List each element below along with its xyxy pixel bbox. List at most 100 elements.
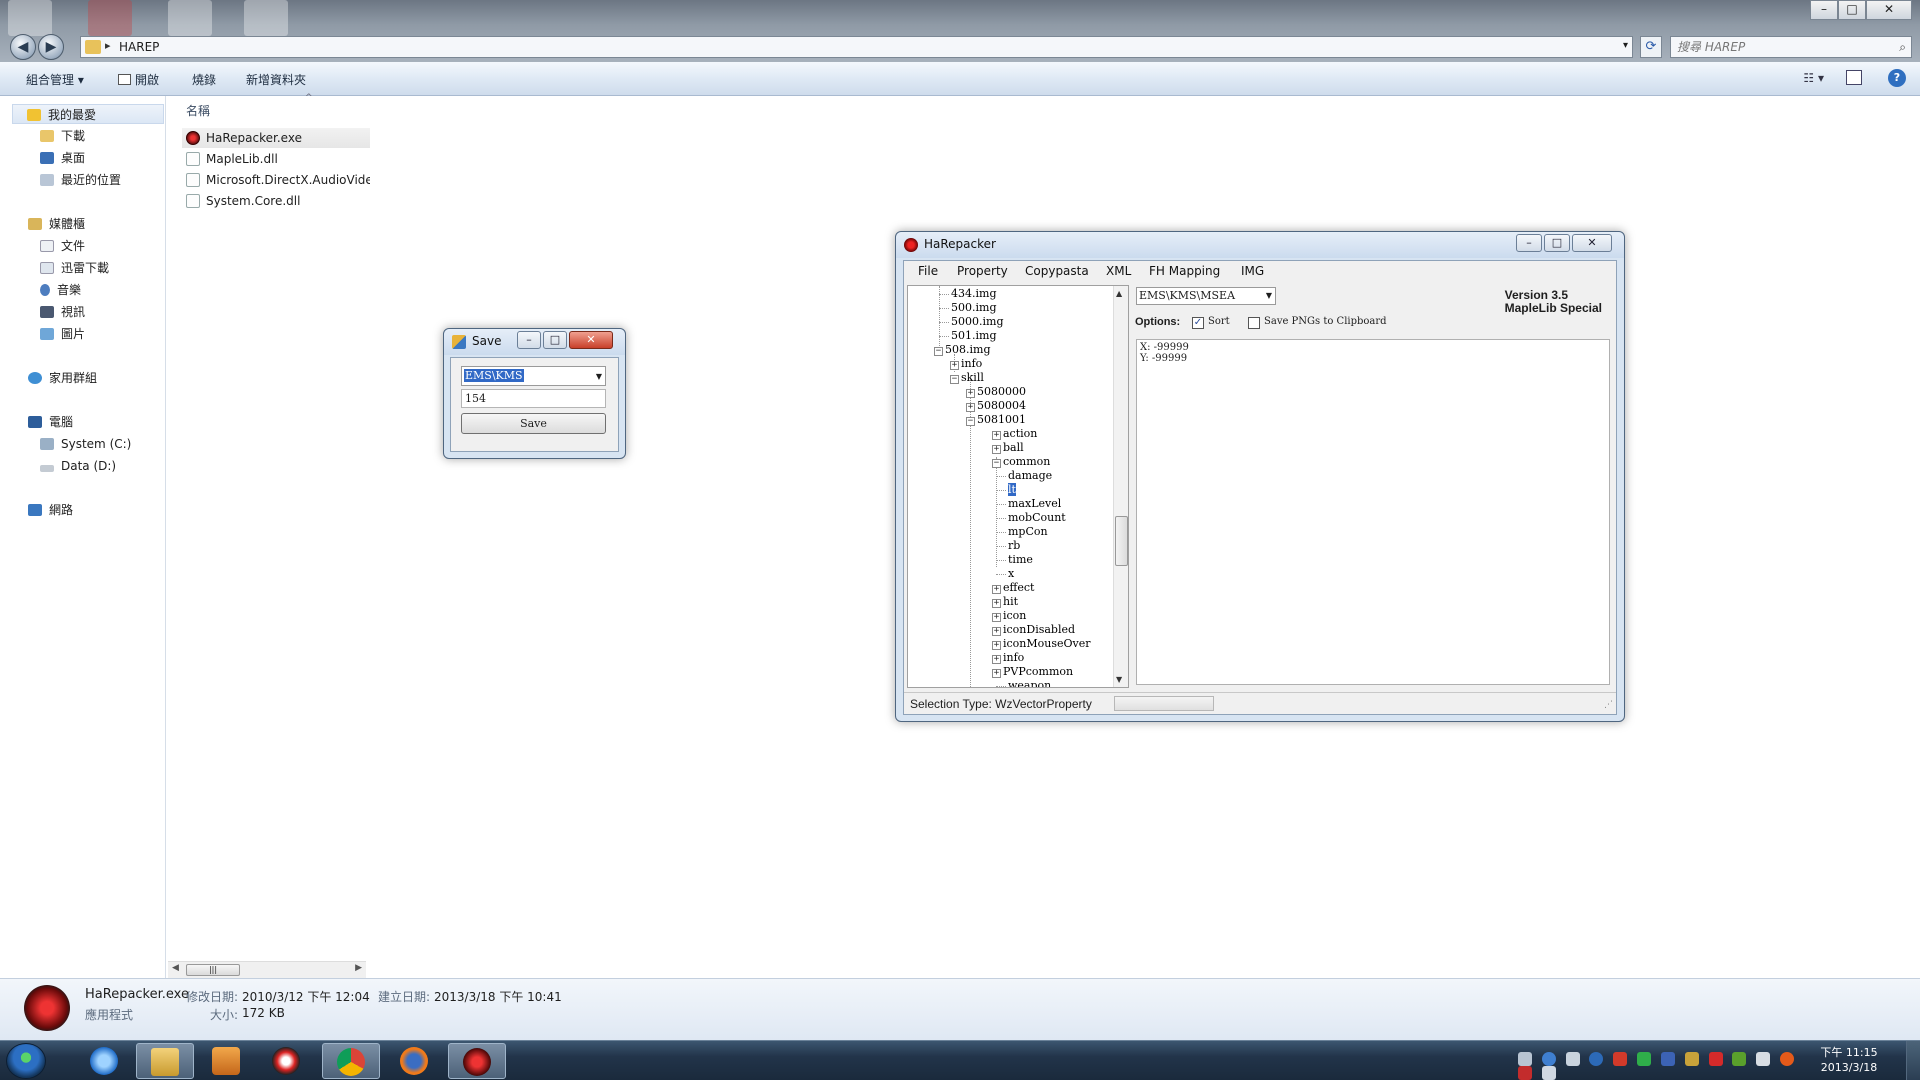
scroll-thumb[interactable]: |||	[186, 964, 240, 976]
maximize-button[interactable]: □	[1544, 234, 1570, 252]
tray-v-icon[interactable]	[1660, 1051, 1675, 1066]
tray-flag-icon[interactable]	[1708, 1051, 1723, 1066]
menu-xml[interactable]: XML	[1106, 264, 1131, 278]
tree-node[interactable]: +5080000	[966, 385, 1026, 399]
tree-node-expanded[interactable]: − common	[992, 455, 1050, 469]
tree-leaf[interactable]: mpCon	[996, 525, 1048, 539]
tree-node[interactable]: + icon	[992, 609, 1026, 623]
nav-item-music[interactable]: 音樂	[40, 280, 81, 300]
tray-line-icon[interactable]	[1637, 1051, 1652, 1066]
nav-libraries[interactable]: 媒體櫃	[28, 214, 85, 234]
refresh-button[interactable]: ⟳	[1640, 36, 1662, 58]
chevron-down-icon[interactable]: ▾	[1623, 40, 1628, 51]
menu-fh-mapping[interactable]: FH Mapping	[1149, 264, 1220, 278]
nav-item-downloads[interactable]: 下載	[40, 126, 85, 146]
tree-node[interactable]: + PVPcommon	[992, 665, 1073, 679]
forward-button[interactable]: ▶	[38, 34, 64, 60]
scroll-down-icon[interactable]: ▼	[1116, 675, 1122, 684]
tree-node[interactable]: + iconDisabled	[992, 623, 1075, 637]
nav-favorites[interactable]: 我的最愛	[12, 104, 164, 124]
tree-leaf[interactable]: mobCount	[996, 511, 1066, 525]
nav-item-drive-c[interactable]: System (C:)	[40, 434, 131, 454]
tray-app-icon[interactable]	[1684, 1051, 1699, 1066]
tree-node-img[interactable]: 434.img	[939, 287, 996, 301]
close-button[interactable]: ✕	[1572, 234, 1612, 252]
tree-node[interactable]: + action	[992, 427, 1037, 441]
minimize-button[interactable]: –	[1810, 0, 1838, 20]
search-icon[interactable]: ⌕	[1899, 37, 1906, 57]
tray-volume-icon[interactable]	[1756, 1051, 1771, 1066]
nav-item-documents[interactable]: 文件	[40, 236, 85, 256]
tree-leaf[interactable]: time	[996, 553, 1033, 567]
search-input[interactable]: 搜尋 HAREP ⌕	[1670, 36, 1912, 58]
taskbar-harepacker[interactable]	[448, 1043, 506, 1079]
tree-leaf-selected[interactable]: lt	[996, 483, 1016, 497]
organize-button[interactable]: 組合管理 ▾	[26, 71, 84, 88]
tree-leaf[interactable]: rb	[996, 539, 1020, 553]
file-row-maplelib[interactable]: MapleLib.dll	[182, 149, 370, 169]
taskbar-explorer[interactable]	[136, 1043, 194, 1079]
tray-thunder-icon[interactable]	[1780, 1051, 1795, 1066]
minimize-button[interactable]: –	[517, 331, 541, 349]
tree-node[interactable]: weapon	[996, 679, 1051, 687]
tree-node-expanded[interactable]: −5081001	[966, 413, 1026, 427]
start-button[interactable]	[6, 1043, 46, 1079]
show-desktop-button[interactable]	[1906, 1041, 1920, 1080]
taskbar-ie[interactable]	[76, 1043, 134, 1079]
scroll-right-icon[interactable]: ▶	[355, 963, 362, 973]
tree-leaf[interactable]: damage	[996, 469, 1052, 483]
tray-nvidia-icon[interactable]	[1732, 1051, 1747, 1066]
file-row-systemcore[interactable]: System.Core.dll	[182, 191, 370, 211]
taskbar-player[interactable]	[258, 1043, 316, 1079]
minimize-button[interactable]: –	[1516, 234, 1542, 252]
clock[interactable]: 下午 11:15 2013/3/18	[1804, 1045, 1894, 1075]
tree-node-img[interactable]: 500.img	[939, 301, 996, 315]
nav-computer[interactable]: 電腦	[28, 412, 73, 432]
save-pngs-checkbox[interactable]	[1248, 317, 1260, 329]
help-button[interactable]: ?	[1888, 69, 1906, 87]
file-row-harepacker[interactable]: HaRepacker.exe	[182, 128, 370, 148]
taskbar-chrome[interactable]	[322, 1043, 380, 1079]
sort-checkbox[interactable]: ✓	[1192, 317, 1204, 329]
nav-item-videos[interactable]: 視訊	[40, 302, 85, 322]
nav-item-desktop[interactable]: 桌面	[40, 148, 85, 168]
tree-node[interactable]: +5080004	[966, 399, 1026, 413]
menu-file[interactable]: File	[918, 264, 938, 278]
back-button[interactable]: ◀	[10, 34, 36, 60]
tray-action-center-icon[interactable]	[1518, 1066, 1532, 1080]
taskbar-firefox[interactable]	[386, 1043, 444, 1079]
menu-copypasta[interactable]: Copypasta	[1025, 264, 1089, 278]
tree-leaf[interactable]: x	[996, 567, 1014, 581]
chevron-down-icon[interactable]: ▼	[1266, 288, 1272, 304]
column-header-name[interactable]: 名稱	[186, 102, 210, 119]
tree-node-img[interactable]: 501.img	[939, 329, 996, 343]
chevron-down-icon[interactable]: ▼	[596, 368, 602, 386]
close-button[interactable]: ✕	[569, 331, 613, 349]
nav-item-recent[interactable]: 最近的位置	[40, 170, 121, 190]
preview-pane-button[interactable]	[1846, 70, 1862, 85]
maximize-button[interactable]: □	[1838, 0, 1866, 20]
maximize-button[interactable]: □	[543, 331, 567, 349]
new-folder-button[interactable]: 新增資料夾	[246, 71, 306, 88]
nav-homegroup[interactable]: 家用群組	[28, 368, 97, 388]
scroll-up-icon[interactable]: ▲	[1116, 289, 1122, 298]
tree-vertical-scrollbar[interactable]: ▲ ▼	[1113, 286, 1128, 687]
region-select[interactable]: EMS\KMS\MSEA ▼	[1136, 287, 1276, 305]
menu-property[interactable]: Property	[957, 264, 1008, 278]
tree-node-expanded[interactable]: − skill	[950, 371, 984, 385]
view-options-button[interactable]: ☷ ▾	[1803, 71, 1824, 85]
horizontal-scrollbar[interactable]: ◀ ||| ▶	[168, 961, 366, 978]
nav-item-pictures[interactable]: 圖片	[40, 324, 85, 344]
tree-node[interactable]: + iconMouseOver	[992, 637, 1091, 651]
tray-display-icon[interactable]	[1541, 1066, 1556, 1080]
breadcrumb-separator-icon[interactable]: ▸	[105, 39, 111, 52]
menu-img[interactable]: IMG	[1241, 264, 1264, 278]
tree-node[interactable]: + info	[950, 357, 982, 371]
version-number-field[interactable]: 154	[461, 389, 606, 408]
close-button[interactable]: ✕	[1866, 0, 1912, 20]
nav-item-thunder[interactable]: 迅雷下載	[40, 258, 109, 278]
tree-node[interactable]: + hit	[992, 595, 1018, 609]
tree-node[interactable]: + info	[992, 651, 1024, 665]
burn-button[interactable]: 燒錄	[192, 71, 216, 88]
tray-help-icon[interactable]	[1541, 1051, 1556, 1066]
